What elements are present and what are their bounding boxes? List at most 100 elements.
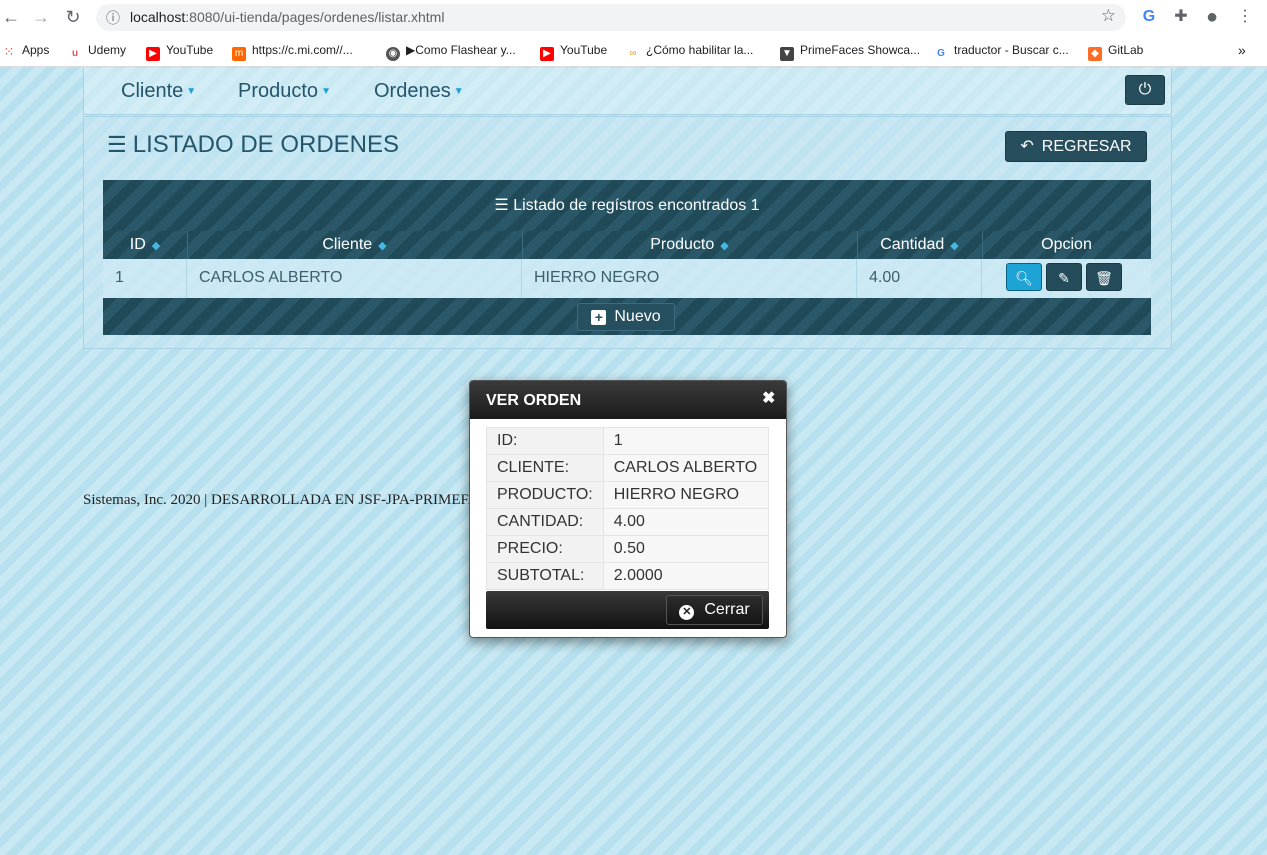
- address-bar[interactable]: ⓘ localhost:8080/ui-tienda/pages/ordenes…: [96, 4, 1126, 31]
- gitlab-icon: ◆: [1088, 47, 1102, 61]
- sort-icon: ◆: [720, 240, 729, 252]
- google-icon: G: [937, 48, 945, 59]
- cerrar-button[interactable]: ✕ Cerrar: [666, 595, 763, 625]
- nuevo-button[interactable]: + Nuevo: [577, 303, 675, 331]
- power-icon: ⏻: [1138, 81, 1152, 98]
- detail-value: CARLOS ALBERTO: [602, 454, 770, 482]
- regresar-button[interactable]: ↶ REGRESAR: [1005, 131, 1147, 162]
- more-bookmarks-icon[interactable]: »: [1238, 41, 1246, 59]
- page-title: ☰ LISTADO DE ORDENES: [107, 131, 400, 158]
- order-details: ID: 1 CLIENTE: CARLOS ALBERTO PRODUCTO: HIE…: [486, 427, 770, 590]
- bookmark-youtube-2[interactable]: ▶ YouTube: [540, 41, 607, 61]
- detail-row: CLIENTE: CARLOS ALBERTO: [486, 454, 770, 482]
- udemy-icon: u: [71, 48, 79, 59]
- bookmark-traductor[interactable]: Gtraductor - Buscar c...: [934, 41, 1069, 59]
- bookmark-star-icon[interactable]: ☆: [1101, 6, 1116, 26]
- bookmark-youtube[interactable]: ▶ YouTube: [146, 41, 213, 61]
- bookmark-mi[interactable]: m https://c.mi.com//...: [232, 41, 353, 61]
- bookmark-udemy[interactable]: u Udemy: [68, 41, 126, 59]
- column-producto[interactable]: Producto ◆: [522, 231, 858, 259]
- list-icon: ☰: [107, 132, 127, 157]
- undo-arrow-icon: ↶: [1020, 138, 1034, 155]
- cell-producto: HIERRO NEGRO: [522, 259, 857, 298]
- caret-down-icon: ▼: [453, 86, 464, 97]
- detail-value: 0.50: [602, 535, 770, 563]
- detail-label: SUBTOTAL:: [486, 562, 604, 590]
- detail-value: 2.0000: [602, 562, 770, 590]
- cell-cliente: CARLOS ALBERTO: [187, 259, 522, 298]
- detail-value: 1: [602, 427, 770, 455]
- url-text[interactable]: localhost:8080/ui-tienda/pages/ordenes/l…: [130, 9, 444, 25]
- dialog-footer: ✕ Cerrar: [486, 591, 769, 629]
- profile-avatar-icon[interactable]: ●: [1201, 6, 1223, 28]
- menu-cliente[interactable]: Cliente ▼: [121, 80, 196, 103]
- close-circle-icon: ✕: [679, 605, 695, 620]
- reload-icon[interactable]: ↻: [62, 6, 84, 28]
- ver-orden-dialog: VER ORDEN ✖ ID: 1 CLIENTE: CARLOS ALBERTO …: [469, 380, 787, 638]
- column-cantidad[interactable]: Cantidad ◆: [857, 231, 983, 259]
- dialog-titlebar[interactable]: VER ORDEN ✖: [470, 381, 786, 419]
- bookmark-habilitar[interactable]: ∞ ¿Cómo habilitar la...: [626, 41, 753, 59]
- detail-label: ID:: [486, 427, 604, 455]
- mi-icon: m: [232, 47, 246, 61]
- plus-icon: +: [591, 310, 607, 325]
- detail-value: HIERRO NEGRO: [602, 481, 770, 509]
- table-row[interactable]: 1 CARLOS ALBERTO HIERRO NEGRO 4.00 🔍︎ ✎ …: [103, 259, 1151, 298]
- globe-icon: ◉: [386, 47, 400, 61]
- youtube-icon: ▶: [540, 47, 554, 61]
- column-opcion: Opcion: [1041, 236, 1092, 253]
- sort-icon: ◆: [950, 240, 959, 252]
- cell-id: 1: [103, 259, 187, 298]
- table-columns: ID ◆ Cliente ◆ Producto ◆ Cantidad ◆ Opcion: [103, 231, 1151, 259]
- info-icon[interactable]: ⓘ: [106, 8, 120, 28]
- detail-row: PRODUCTO: HIERRO NEGRO: [486, 481, 770, 509]
- translate-extension-icon[interactable]: G: [1138, 6, 1160, 28]
- bookmark-apps[interactable]: ⁙ Apps: [2, 41, 50, 59]
- pencil-icon: ✎: [1058, 270, 1070, 286]
- detail-label: CANTIDAD:: [486, 508, 604, 536]
- column-cliente[interactable]: Cliente ◆: [187, 231, 523, 259]
- bookmarks-bar: ⁙ Apps u Udemy ▶ YouTube m https://c.mi.com/…: [0, 35, 1267, 67]
- cell-cantidad: 4.00: [857, 259, 982, 298]
- caret-down-icon: ▼: [186, 86, 197, 97]
- cell-opcion: 🔍︎ ✎ 🗑︎: [982, 259, 1151, 298]
- detail-value: 4.00: [602, 508, 770, 536]
- bars-icon: ☰: [494, 197, 509, 214]
- table-footer: + Nuevo: [103, 298, 1151, 335]
- youtube-icon: ▶: [146, 47, 160, 61]
- back-arrow-icon[interactable]: ←: [0, 6, 22, 28]
- browser-menu-icon[interactable]: ⋮: [1234, 6, 1256, 28]
- caret-down-icon: ▼: [321, 86, 331, 97]
- search-icon: 🔍︎: [1015, 270, 1033, 286]
- detail-row: CANTIDAD: 4.00: [486, 508, 770, 536]
- forward-arrow-icon[interactable]: →: [30, 6, 52, 28]
- detail-row: SUBTOTAL: 2.0000: [486, 562, 770, 590]
- edit-button[interactable]: ✎: [1046, 263, 1082, 291]
- detail-label: PRECIO:: [486, 535, 604, 563]
- bookmark-flashear[interactable]: ◉ ▶Como Flashear y...: [386, 41, 516, 61]
- main-menubar: Cliente ▼ Producto ▼ Ordenes ▼: [83, 68, 1172, 115]
- sort-icon: ◆: [378, 240, 387, 252]
- dialog-title: VER ORDEN: [486, 392, 582, 409]
- close-icon[interactable]: ✖: [762, 388, 775, 408]
- menu-ordenes[interactable]: Ordenes ▼: [374, 80, 464, 103]
- bookmark-primefaces[interactable]: ▼ PrimeFaces Showca...: [780, 41, 920, 61]
- primefaces-icon: ▼: [780, 47, 794, 61]
- view-button[interactable]: 🔍︎: [1006, 263, 1042, 291]
- delete-button[interactable]: 🗑︎: [1086, 263, 1122, 291]
- bookmark-gitlab[interactable]: ◆ GitLab: [1088, 41, 1143, 61]
- trash-icon: 🗑︎: [1095, 270, 1113, 286]
- menu-producto[interactable]: Producto ▼: [238, 80, 331, 103]
- extensions-puzzle-icon[interactable]: ✚: [1170, 6, 1192, 28]
- detail-row: ID: 1: [486, 427, 770, 455]
- detail-label: CLIENTE:: [486, 454, 604, 482]
- sort-icon: ◆: [151, 240, 161, 252]
- logout-button[interactable]: ⏻: [1125, 75, 1165, 105]
- detail-label: PRODUCTO:: [486, 481, 604, 509]
- column-id[interactable]: ID ◆: [103, 231, 188, 259]
- browser-toolbar: ← → ↻ ⓘ localhost:8080/ui-tienda/pages/o…: [0, 0, 1267, 35]
- link-icon: ∞: [629, 48, 637, 59]
- apps-grid-icon: ⁙: [3, 44, 15, 59]
- detail-row: PRECIO: 0.50: [486, 535, 770, 563]
- table-header: ☰ Listado de regístros encontrados 1: [103, 180, 1151, 231]
